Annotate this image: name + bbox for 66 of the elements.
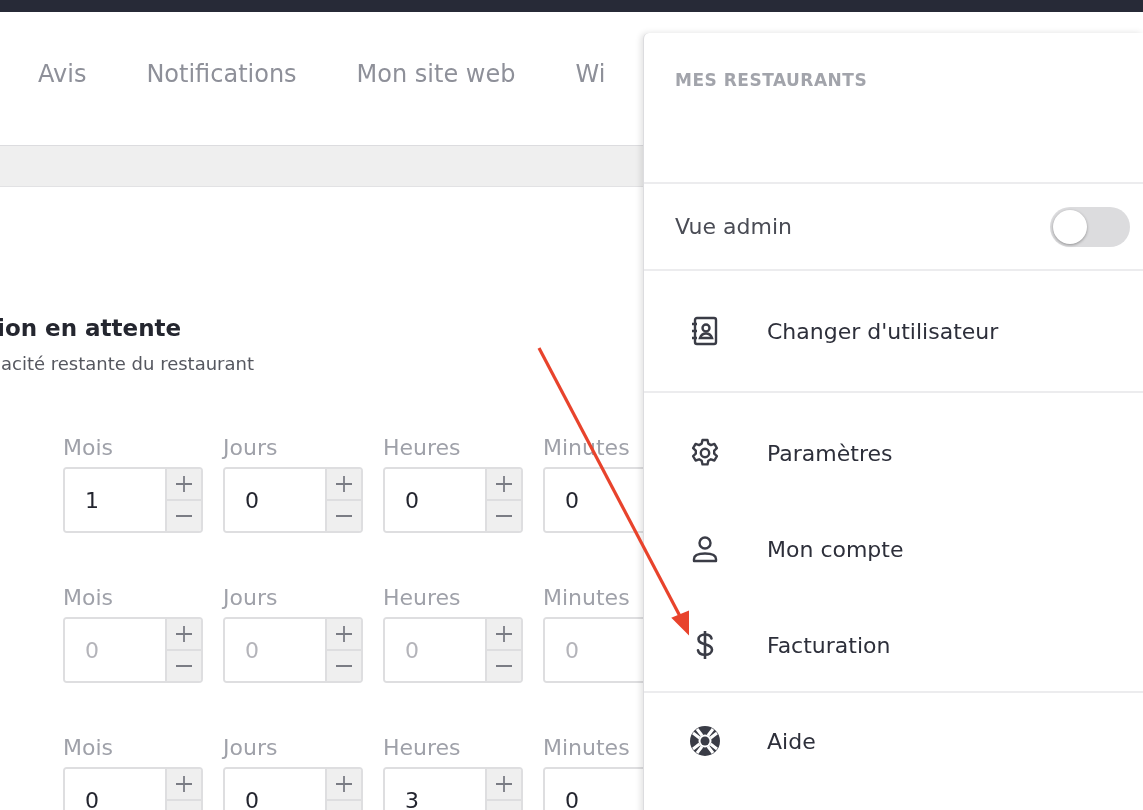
number-spinner[interactable]: 0 bbox=[223, 767, 363, 810]
section-description: acité restante du restaurant bbox=[1, 353, 255, 374]
increment-button[interactable] bbox=[487, 769, 521, 799]
plus-icon bbox=[176, 776, 192, 792]
number-spinner[interactable]: 0 bbox=[383, 467, 523, 533]
field-label: Jours bbox=[223, 735, 279, 762]
decrement-button[interactable] bbox=[327, 499, 361, 531]
minus-icon bbox=[336, 665, 352, 667]
decrement-button[interactable] bbox=[487, 649, 521, 681]
menu-item[interactable]: Aide bbox=[644, 717, 1143, 765]
menu-item-label: Mon compte bbox=[767, 536, 904, 562]
menu-item-label: Facturation bbox=[767, 632, 891, 658]
menu-item[interactable]: Paramètres bbox=[644, 429, 1143, 477]
menu-item[interactable]: Changer d'utilisateur bbox=[644, 307, 1143, 355]
field-label: Heures bbox=[383, 735, 462, 762]
decrement-button[interactable] bbox=[167, 649, 201, 681]
number-spinner[interactable]: 0 bbox=[223, 467, 363, 533]
menu-item-label: Aide bbox=[767, 728, 816, 754]
minus-icon bbox=[176, 665, 192, 667]
toggle-label: Vue admin bbox=[675, 214, 792, 239]
field-label: Mois bbox=[63, 735, 114, 762]
field-label: Minutes bbox=[543, 735, 631, 762]
number-spinner[interactable]: 1 bbox=[63, 467, 203, 533]
number-spinner[interactable]: 0 bbox=[63, 617, 203, 683]
plus-icon bbox=[336, 776, 352, 792]
toggle-switch[interactable] bbox=[1050, 206, 1130, 247]
menu-item[interactable]: Facturation bbox=[644, 621, 1143, 669]
increment-button[interactable] bbox=[327, 469, 361, 499]
menu-item-label: Changer d'utilisateur bbox=[767, 318, 999, 344]
field-label: Heures bbox=[383, 585, 462, 612]
number-spinner[interactable]: 0 bbox=[223, 617, 363, 683]
field-label: Mois bbox=[63, 435, 114, 462]
plus-icon bbox=[496, 776, 512, 792]
plus-icon bbox=[176, 476, 192, 492]
decrement-button[interactable] bbox=[487, 499, 521, 531]
field-label: Mois bbox=[63, 585, 114, 612]
menu-section-title: MES RESTAURANTS bbox=[675, 70, 869, 90]
minus-icon bbox=[336, 515, 352, 517]
decrement-button[interactable] bbox=[327, 649, 361, 681]
field-label: Jours bbox=[223, 585, 279, 612]
increment-button[interactable] bbox=[167, 469, 201, 499]
decrement-button[interactable] bbox=[167, 499, 201, 531]
plus-icon bbox=[336, 476, 352, 492]
increment-button[interactable] bbox=[487, 469, 521, 499]
settings-icon bbox=[689, 437, 721, 469]
lifebuoy-icon bbox=[688, 724, 722, 758]
number-spinner[interactable]: 3 bbox=[383, 767, 523, 810]
plus-icon bbox=[336, 626, 352, 642]
minus-icon bbox=[176, 515, 192, 517]
field-label: Minutes bbox=[543, 585, 631, 612]
menu-item[interactable]: Mon compte bbox=[644, 525, 1143, 573]
plus-icon bbox=[496, 476, 512, 492]
increment-button[interactable] bbox=[327, 769, 361, 799]
number-spinner[interactable]: 0 bbox=[63, 767, 203, 810]
increment-button[interactable] bbox=[487, 619, 521, 649]
plus-icon bbox=[176, 626, 192, 642]
increment-button[interactable] bbox=[167, 769, 201, 799]
increment-button[interactable] bbox=[327, 619, 361, 649]
minus-icon bbox=[496, 515, 512, 517]
field-label: Heures bbox=[383, 435, 462, 462]
number-spinner[interactable]: 0 bbox=[383, 617, 523, 683]
field-label: Jours bbox=[223, 435, 279, 462]
increment-button[interactable] bbox=[167, 619, 201, 649]
minus-icon bbox=[496, 665, 512, 667]
menu-item-label: Paramètres bbox=[767, 440, 893, 466]
plus-icon bbox=[496, 626, 512, 642]
